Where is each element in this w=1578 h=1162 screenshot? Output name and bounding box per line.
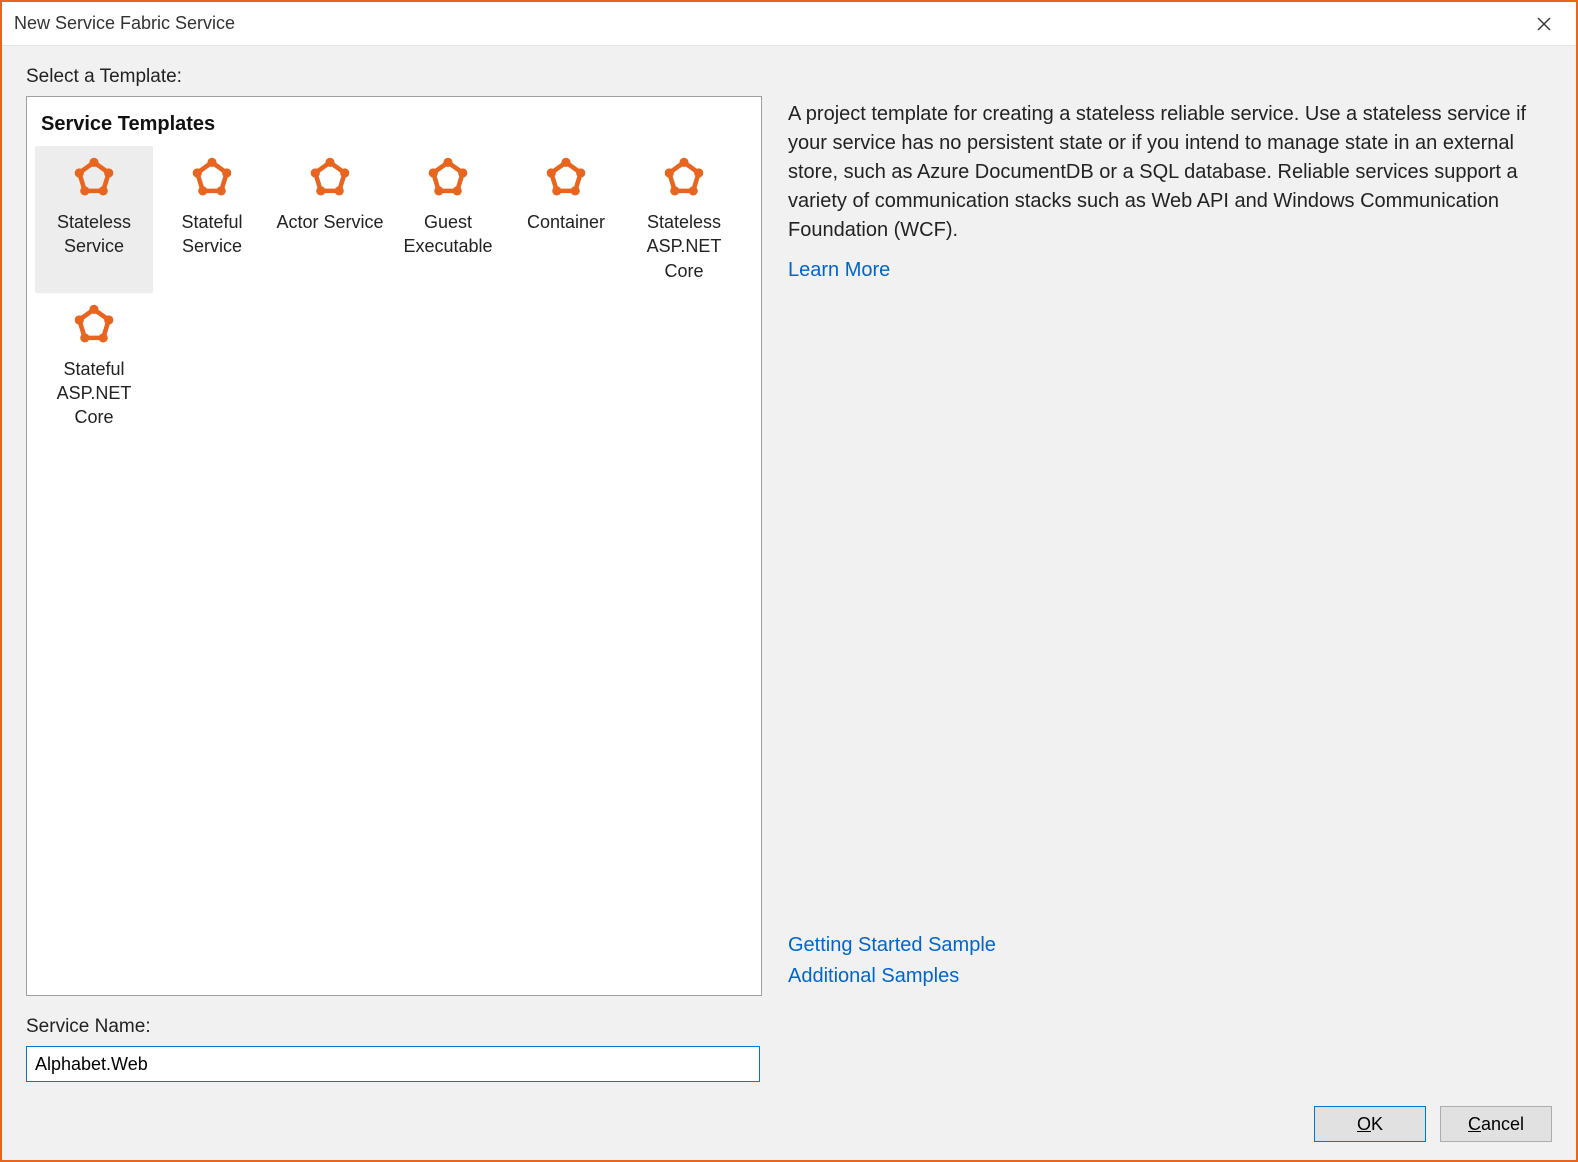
- template-label: Guest Executable: [393, 210, 503, 259]
- template-item[interactable]: Container: [507, 146, 625, 293]
- template-item[interactable]: Stateful Service: [153, 146, 271, 293]
- template-item[interactable]: Stateless Service: [35, 146, 153, 293]
- upper-row: Select a Template: Service Templates Sta…: [26, 66, 1552, 996]
- close-icon: [1537, 17, 1551, 31]
- template-item[interactable]: Stateful ASP.NET Core: [35, 293, 153, 440]
- titlebar: New Service Fabric Service: [2, 2, 1576, 46]
- service-name-label: Service Name:: [26, 1016, 1552, 1038]
- service-fabric-icon: [424, 154, 472, 202]
- template-label: Stateless Service: [39, 210, 149, 259]
- template-label: Actor Service: [276, 210, 383, 234]
- template-label: Container: [527, 210, 605, 234]
- service-name-input[interactable]: [26, 1046, 760, 1082]
- templates-heading: Service Templates: [41, 113, 753, 136]
- select-template-label: Select a Template:: [26, 66, 762, 88]
- ok-button[interactable]: OK: [1314, 1106, 1426, 1142]
- template-description: A project template for creating a statel…: [788, 100, 1552, 245]
- button-row: OK Cancel: [26, 1106, 1552, 1142]
- dialog-content: Select a Template: Service Templates Sta…: [2, 46, 1576, 1160]
- template-label: Stateless ASP.NET Core: [629, 210, 739, 283]
- templates-grid: Stateless Service Stateful Service Actor…: [35, 146, 753, 440]
- cancel-button[interactable]: Cancel: [1440, 1106, 1552, 1142]
- template-item[interactable]: Guest Executable: [389, 146, 507, 293]
- template-item[interactable]: Actor Service: [271, 146, 389, 293]
- left-column: Select a Template: Service Templates Sta…: [26, 66, 762, 996]
- learn-more-link[interactable]: Learn More: [788, 259, 1552, 282]
- dialog-window: New Service Fabric Service Select a Temp…: [2, 2, 1576, 1160]
- templates-list[interactable]: Service Templates Stateless Service Stat…: [26, 96, 762, 996]
- additional-samples-link[interactable]: Additional Samples: [788, 965, 1552, 988]
- close-button[interactable]: [1524, 4, 1564, 44]
- service-fabric-icon: [306, 154, 354, 202]
- service-fabric-icon: [188, 154, 236, 202]
- template-label: Stateful Service: [157, 210, 267, 259]
- service-fabric-icon: [542, 154, 590, 202]
- service-name-row: Service Name:: [26, 1016, 1552, 1082]
- window-title: New Service Fabric Service: [14, 13, 235, 34]
- getting-started-link[interactable]: Getting Started Sample: [788, 934, 1552, 957]
- service-fabric-icon: [70, 301, 118, 349]
- template-item[interactable]: Stateless ASP.NET Core: [625, 146, 743, 293]
- service-fabric-icon: [660, 154, 708, 202]
- template-label: Stateful ASP.NET Core: [39, 357, 149, 430]
- right-column: A project template for creating a statel…: [788, 66, 1552, 996]
- service-fabric-icon: [70, 154, 118, 202]
